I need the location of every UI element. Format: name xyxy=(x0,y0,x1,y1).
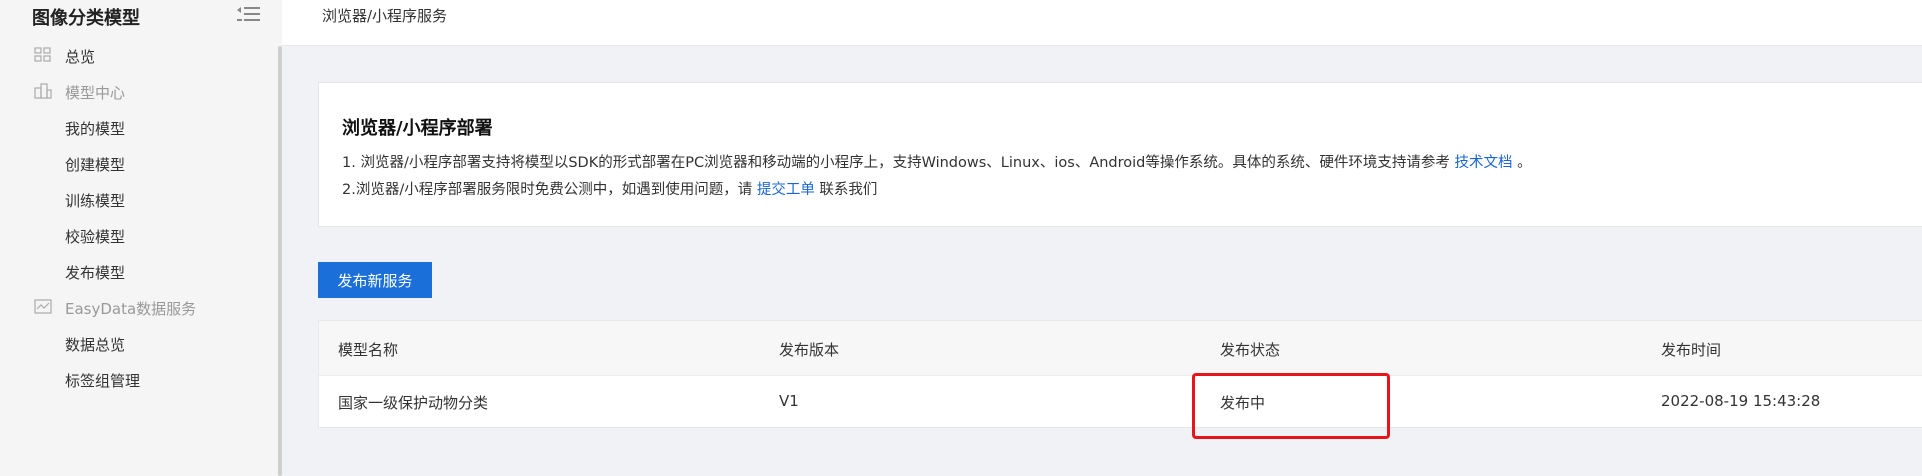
info-line-2-text: 2.浏览器/小程序部署服务限时免费公测中，如遇到使用问题，请 xyxy=(342,182,757,198)
info-line-1-text: 1. 浏览器/小程序部署支持将模型以SDK的形式部署在PC浏览器和移动端的小程序… xyxy=(342,155,1455,171)
sidebar-item-label: 数据总览 xyxy=(65,335,126,354)
sidebar-item-label: 总览 xyxy=(65,47,96,66)
info-title: 浏览器/小程序部署 xyxy=(342,118,493,139)
info-line-2-end: 联系我们 xyxy=(814,182,878,198)
info-line-1-end: 。 xyxy=(1512,155,1532,171)
breadcrumb: 浏览器/小程序服务 xyxy=(322,7,448,25)
info-line-1: 1. 浏览器/小程序部署支持将模型以SDK的形式部署在PC浏览器和移动端的小程序… xyxy=(342,151,1532,172)
sidebar-item-label: 我的模型 xyxy=(65,119,126,138)
submit-ticket-link[interactable]: 提交工单 xyxy=(757,182,815,198)
cell-status: 发布中 xyxy=(1220,394,1266,412)
sidebar-item-label: 训练模型 xyxy=(65,191,126,210)
sidebar-title: 图像分类模型 xyxy=(32,8,140,29)
sidebar-item-label: 标签组管理 xyxy=(65,371,141,390)
tech-doc-link[interactable]: 技术文档 xyxy=(1455,155,1513,171)
cell-version: V1 xyxy=(779,392,799,410)
cell-model-name: 国家一级保护动物分类 xyxy=(338,394,489,412)
sidebar-item-label: 模型中心 xyxy=(65,83,126,102)
data-service-icon xyxy=(34,299,52,314)
cell-time: 2022-08-19 15:43:28 xyxy=(1661,392,1821,410)
top-bar: 浏览器/小程序服务 xyxy=(282,0,1922,46)
sidebar-item-label: EasyData数据服务 xyxy=(65,299,197,318)
sidebar: 图像分类模型 总览 模型中心 我的模型 创建模型 训练模型 校验模型 发布模型 … xyxy=(0,0,282,476)
info-line-2: 2.浏览器/小程序部署服务限时免费公测中，如遇到使用问题，请 提交工单 联系我们 xyxy=(342,178,877,199)
info-card: 浏览器/小程序部署 1. 浏览器/小程序部署支持将模型以SDK的形式部署在PC浏… xyxy=(318,82,1922,227)
sidebar-item-label-groups[interactable]: 标签组管理 xyxy=(0,358,282,402)
sidebar-item-label: 校验模型 xyxy=(65,227,126,246)
dashboard-icon xyxy=(34,47,51,62)
sidebar-scrollbar[interactable] xyxy=(278,46,282,476)
services-table: 模型名称 发布版本 发布状态 发布时间 国家一级保护动物分类 V1 发布中 20… xyxy=(318,320,1922,428)
column-header-time: 发布时间 xyxy=(1661,341,1722,359)
collapse-menu-icon[interactable] xyxy=(236,4,262,24)
model-center-icon xyxy=(34,83,52,99)
sidebar-item-label: 发布模型 xyxy=(65,263,126,282)
column-header-model-name: 模型名称 xyxy=(338,341,399,359)
sidebar-item-label: 创建模型 xyxy=(65,155,126,174)
column-header-version: 发布版本 xyxy=(779,341,840,359)
publish-new-service-button[interactable]: 发布新服务 xyxy=(318,262,432,298)
column-header-status: 发布状态 xyxy=(1220,341,1281,359)
